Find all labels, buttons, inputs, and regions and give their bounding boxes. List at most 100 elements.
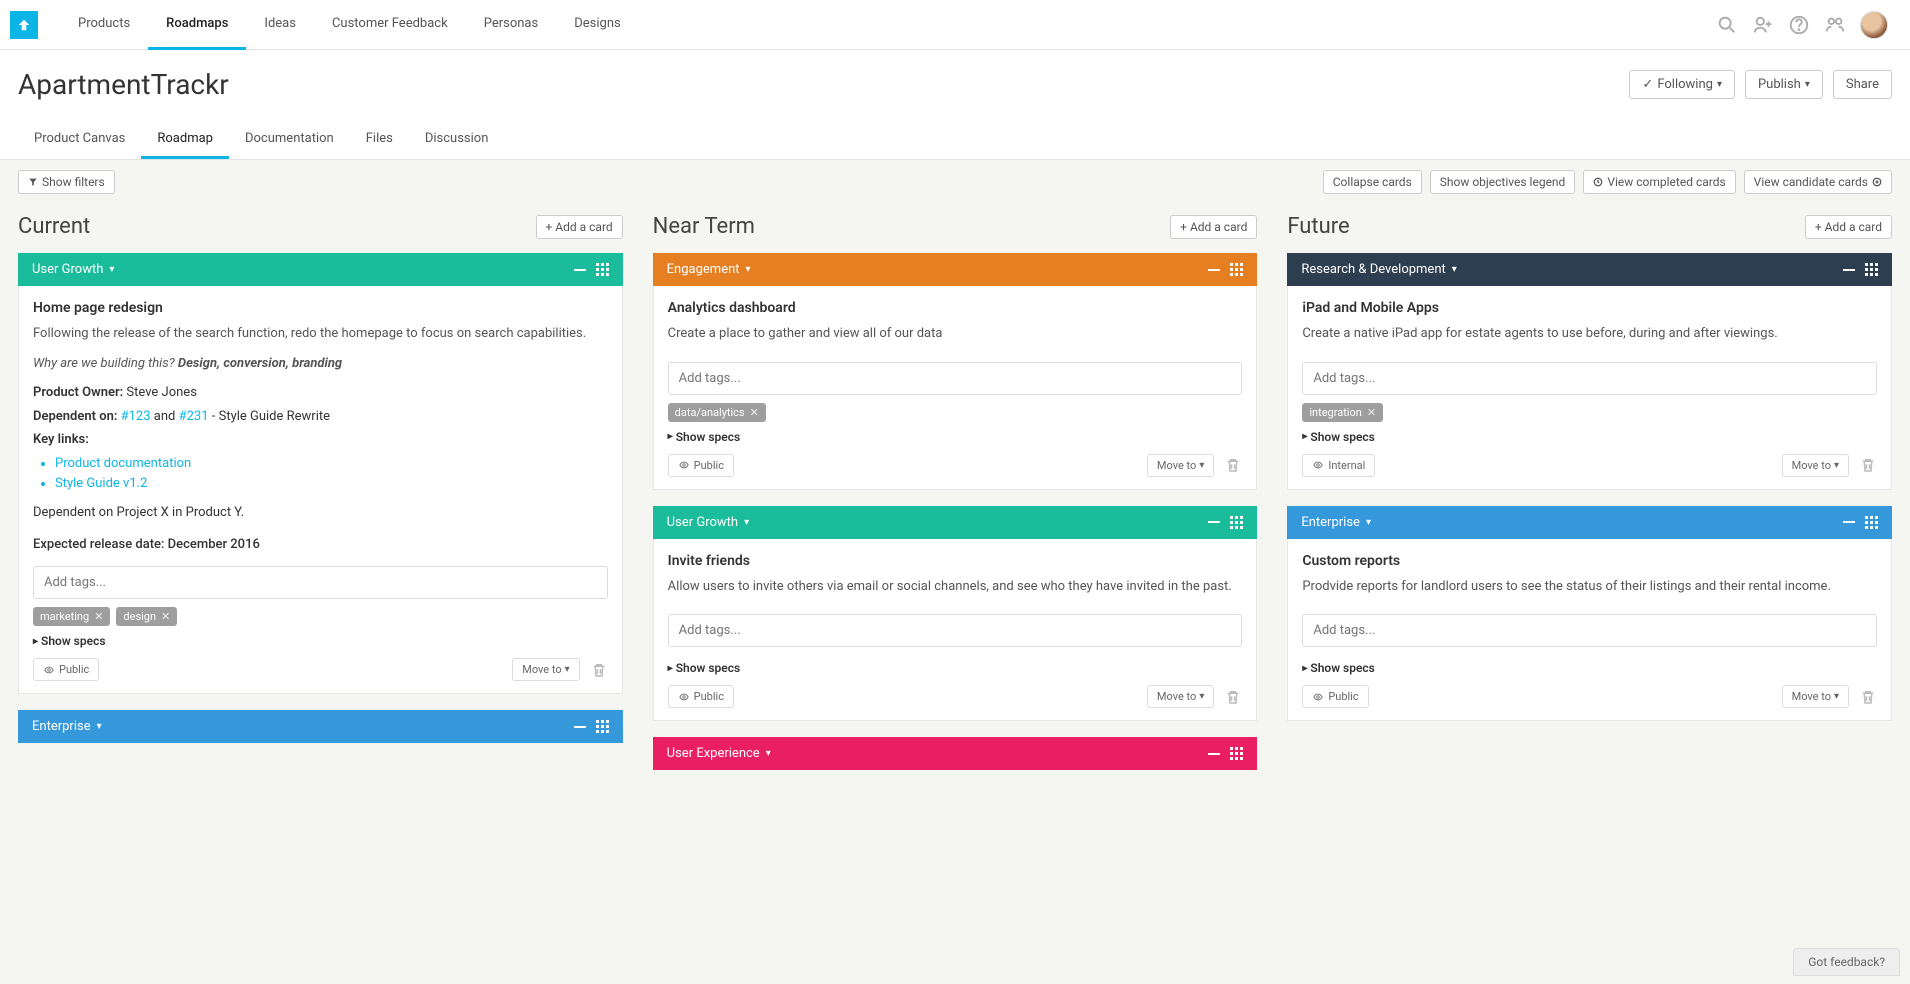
card-title[interactable]: iPad and Mobile Apps xyxy=(1302,300,1877,316)
objective-enterprise[interactable]: Enterprise ▾ xyxy=(18,710,623,743)
view-completed-button[interactable]: View completed cards xyxy=(1583,170,1735,194)
card-home-redesign: Home page redesign Following the release… xyxy=(18,286,623,694)
topbar-actions xyxy=(1716,11,1900,39)
tab-documentation[interactable]: Documentation xyxy=(229,121,350,159)
objective-rd[interactable]: Research & Development ▾ xyxy=(1287,253,1892,286)
add-card-button[interactable]: + Add a card xyxy=(1805,215,1892,239)
add-tags-input[interactable] xyxy=(668,362,1243,395)
nav-feedback[interactable]: Customer Feedback xyxy=(314,0,466,50)
remove-tag-icon[interactable]: ✕ xyxy=(1367,406,1376,419)
nav-ideas[interactable]: Ideas xyxy=(246,0,314,50)
release-date: Expected release date: December 2016 xyxy=(33,535,608,555)
remove-tag-icon[interactable]: ✕ xyxy=(750,406,759,419)
collapse-icon[interactable] xyxy=(1843,269,1855,271)
add-user-icon[interactable] xyxy=(1752,14,1774,36)
nav-personas[interactable]: Personas xyxy=(466,0,557,50)
objective-user-growth[interactable]: User Growth ▾ xyxy=(653,506,1258,539)
following-button[interactable]: ✓ Following ▾ xyxy=(1629,70,1735,99)
move-to-button[interactable]: Move to ▾ xyxy=(512,658,579,681)
remove-tag-icon[interactable]: ✕ xyxy=(94,610,103,623)
collapse-icon[interactable] xyxy=(1843,521,1855,523)
grid-icon[interactable] xyxy=(1865,516,1878,529)
card-title[interactable]: Custom reports xyxy=(1302,553,1877,569)
show-specs-toggle[interactable]: ▸Show specs xyxy=(1302,430,1877,444)
show-specs-toggle[interactable]: ▸Show specs xyxy=(668,430,1243,444)
visibility-toggle[interactable]: Internal xyxy=(1302,454,1375,477)
add-card-button[interactable]: + Add a card xyxy=(1170,215,1257,239)
dependency-link[interactable]: #123 xyxy=(121,409,151,424)
show-specs-toggle[interactable]: ▸Show specs xyxy=(33,634,608,648)
show-specs-toggle[interactable]: ▸Show specs xyxy=(668,661,1243,675)
visibility-toggle[interactable]: Public xyxy=(668,685,734,708)
collapse-icon[interactable] xyxy=(1208,753,1220,755)
tag[interactable]: integration✕ xyxy=(1302,403,1383,422)
grid-icon[interactable] xyxy=(1230,516,1243,529)
trash-icon[interactable] xyxy=(1224,687,1242,707)
trash-icon[interactable] xyxy=(1224,455,1242,475)
objective-user-experience[interactable]: User Experience ▾ xyxy=(653,737,1258,770)
tag[interactable]: design✕ xyxy=(116,607,177,626)
collapse-icon[interactable] xyxy=(1208,521,1220,523)
plus-circle-icon xyxy=(1872,177,1882,187)
nav-roadmaps[interactable]: Roadmaps xyxy=(148,0,246,50)
card-title[interactable]: Invite friends xyxy=(668,553,1243,569)
objective-engagement[interactable]: Engagement ▾ xyxy=(653,253,1258,286)
key-link[interactable]: Style Guide v1.2 xyxy=(55,474,608,495)
add-tags-input[interactable] xyxy=(1302,614,1877,647)
add-tags-input[interactable] xyxy=(668,614,1243,647)
team-icon[interactable] xyxy=(1824,14,1846,36)
objectives-legend-button[interactable]: Show objectives legend xyxy=(1430,170,1576,194)
nav-products[interactable]: Products xyxy=(60,0,148,50)
dependency-link[interactable]: #231 xyxy=(179,409,209,424)
collapse-icon[interactable] xyxy=(574,726,586,728)
tag[interactable]: marketing✕ xyxy=(33,607,110,626)
move-to-button[interactable]: Move to ▾ xyxy=(1147,454,1214,477)
trash-icon[interactable] xyxy=(590,660,608,680)
add-tags-input[interactable] xyxy=(33,566,608,599)
feedback-button[interactable]: Got feedback? xyxy=(1793,948,1900,976)
move-to-button[interactable]: Move to ▾ xyxy=(1782,454,1849,477)
trash-icon[interactable] xyxy=(1859,687,1877,707)
nav-designs[interactable]: Designs xyxy=(556,0,638,50)
grid-icon[interactable] xyxy=(596,263,609,276)
card-description: Prodvide reports for landlord users to s… xyxy=(1302,577,1877,597)
key-link[interactable]: Product documentation xyxy=(55,454,608,475)
collapse-icon[interactable] xyxy=(574,269,586,271)
trash-icon[interactable] xyxy=(1859,455,1877,475)
visibility-toggle[interactable]: Public xyxy=(1302,685,1368,708)
objective-enterprise[interactable]: Enterprise ▾ xyxy=(1287,506,1892,539)
show-filters-button[interactable]: Show filters xyxy=(18,170,115,194)
collapse-cards-button[interactable]: Collapse cards xyxy=(1323,170,1422,194)
collapse-icon[interactable] xyxy=(1208,269,1220,271)
view-candidate-button[interactable]: View candidate cards xyxy=(1744,170,1892,194)
card-title[interactable]: Analytics dashboard xyxy=(668,300,1243,316)
card-title[interactable]: Home page redesign xyxy=(33,300,608,316)
help-icon[interactable] xyxy=(1788,14,1810,36)
add-tags-input[interactable] xyxy=(1302,362,1877,395)
avatar[interactable] xyxy=(1860,11,1888,39)
tab-files[interactable]: Files xyxy=(350,121,409,159)
logo[interactable] xyxy=(10,11,38,39)
move-to-button[interactable]: Move to ▾ xyxy=(1147,685,1214,708)
tag[interactable]: data/analytics✕ xyxy=(668,403,766,422)
objective-user-growth[interactable]: User Growth ▾ xyxy=(18,253,623,286)
grid-icon[interactable] xyxy=(1230,747,1243,760)
publish-button[interactable]: Publish ▾ xyxy=(1745,70,1823,99)
grid-icon[interactable] xyxy=(1865,263,1878,276)
search-icon[interactable] xyxy=(1716,14,1738,36)
column-title: Future xyxy=(1287,214,1349,239)
tab-roadmap[interactable]: Roadmap xyxy=(141,121,229,159)
grid-icon[interactable] xyxy=(1230,263,1243,276)
card-why: Why are we building this? Design, conver… xyxy=(33,354,608,374)
visibility-toggle[interactable]: Public xyxy=(33,658,99,681)
show-specs-toggle[interactable]: ▸Show specs xyxy=(1302,661,1877,675)
share-button[interactable]: Share xyxy=(1833,70,1892,99)
eye-icon xyxy=(1312,460,1324,470)
add-card-button[interactable]: + Add a card xyxy=(536,215,623,239)
tab-product-canvas[interactable]: Product Canvas xyxy=(18,121,141,159)
move-to-button[interactable]: Move to ▾ xyxy=(1782,685,1849,708)
visibility-toggle[interactable]: Public xyxy=(668,454,734,477)
tab-discussion[interactable]: Discussion xyxy=(409,121,505,159)
grid-icon[interactable] xyxy=(596,720,609,733)
remove-tag-icon[interactable]: ✕ xyxy=(161,610,170,623)
